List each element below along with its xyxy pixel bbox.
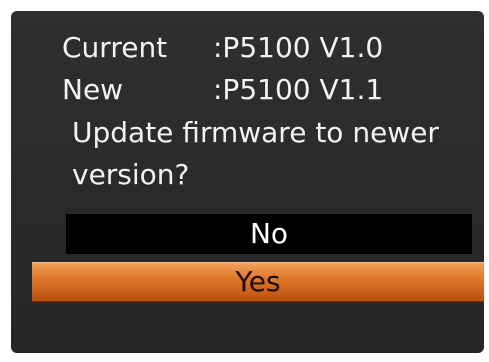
update-prompt-line1: Update firmware to newer [72, 116, 439, 149]
no-option-button[interactable]: No [66, 214, 472, 254]
yes-option-label: Yes [235, 265, 281, 298]
new-version-label: New [62, 73, 124, 106]
screen: Current :P5100 V1.0 New :P5100 V1.1 Upda… [0, 0, 489, 362]
update-prompt-line2: version? [72, 158, 190, 191]
current-version-label: Current [62, 31, 168, 64]
no-option-label: No [249, 217, 289, 250]
current-version-value: :P5100 V1.0 [213, 31, 384, 64]
new-version-value: :P5100 V1.1 [213, 73, 384, 106]
yes-option-button[interactable]: Yes [32, 262, 484, 302]
firmware-update-dialog: Current :P5100 V1.0 New :P5100 V1.1 Upda… [11, 11, 484, 353]
